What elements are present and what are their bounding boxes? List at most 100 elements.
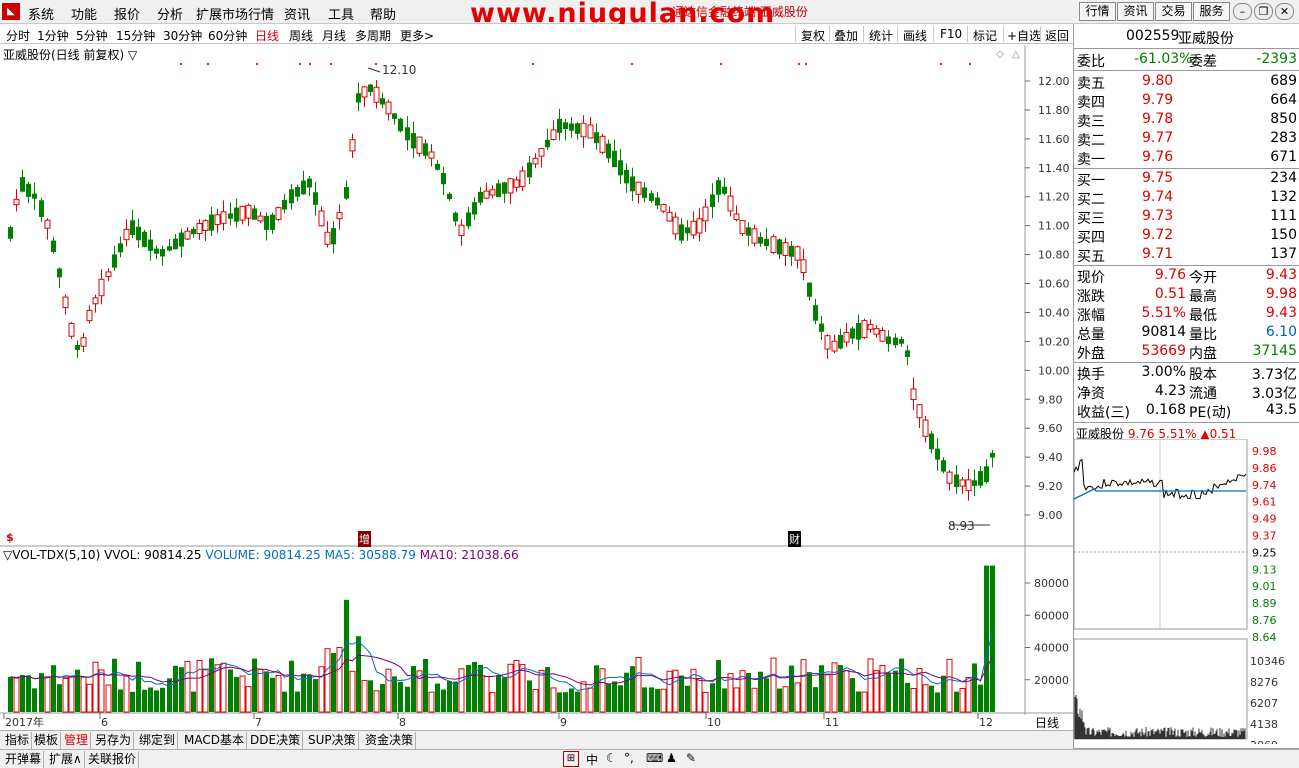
wrench-icon[interactable]: ✎ [686, 751, 696, 765]
candle-up [879, 329, 886, 342]
volume-bar [710, 683, 715, 712]
moon-icon[interactable]: ☾ [606, 751, 617, 765]
volume-bar [685, 685, 690, 712]
sell-level-4[interactable]: 卖四 9.79 664 [1074, 92, 1299, 111]
price-tick: 9.80 [1038, 393, 1063, 406]
event-marker-dividend[interactable]: $ [6, 531, 14, 544]
candle-up [751, 228, 758, 244]
btn-service[interactable]: 服务 [1193, 2, 1230, 21]
menu-function[interactable]: 功能 [71, 4, 97, 23]
tab-indicator[interactable]: 指标 [3, 732, 33, 749]
expand-button[interactable]: 扩展∧ [47, 751, 85, 768]
tab-sup[interactable]: SUP决策 [306, 732, 359, 749]
tool-fuquan[interactable]: 复权 [801, 27, 825, 44]
volume-indicator-header[interactable]: ▽VOL-TDX(5,10) VVOL: 90814.25 VOLUME: 90… [3, 548, 519, 562]
intraday-mini-chart[interactable]: 9.98 9.86 9.74 9.61 9.49 9.37 9.25 9.13 9.01 8.89… [1074, 439, 1299, 744]
period-15min[interactable]: 15分钟 [116, 27, 155, 44]
event-marker-increase[interactable]: 增 [358, 531, 371, 547]
volume-bar [214, 664, 221, 713]
period-multi[interactable]: 多周期 [355, 27, 391, 44]
sell-level-1[interactable]: 卖一 9.76 671 [1074, 149, 1299, 168]
tab-save-as[interactable]: 另存为 [93, 732, 135, 749]
tool-draw[interactable]: 画线 [903, 27, 927, 44]
linked-quote-button[interactable]: 关联报价 [86, 751, 140, 768]
volume-bar [282, 691, 287, 712]
app-logo-icon[interactable]: ◣ [2, 3, 20, 20]
user-icon[interactable]: ♟ [666, 751, 677, 765]
close-icon[interactable]: ✕ [1275, 3, 1294, 20]
input-mode-chinese[interactable]: 中 [586, 751, 598, 768]
buy-level-4[interactable]: 买四 9.72 150 [1074, 227, 1299, 246]
kline-chart-area[interactable]: 12.00 11.80 11.60 11.40 11.20 11.00 10.80 10.60… [0, 45, 1073, 746]
btn-info[interactable]: 资讯 [1117, 2, 1154, 21]
stock-chart-title[interactable]: 亚威股份(日线 前复权) ▽ [3, 46, 137, 63]
menu-tools[interactable]: 工具 [328, 4, 354, 23]
period-60min[interactable]: 60分钟 [208, 27, 247, 44]
keyboard-icon[interactable]: ⌨ [646, 751, 663, 765]
tab-dde[interactable]: DDE决策 [248, 732, 304, 749]
sell-level-3[interactable]: 卖三 9.78 850 [1074, 111, 1299, 130]
btn-quote[interactable]: 行情 [1079, 2, 1116, 21]
btn-trade[interactable]: 交易 [1155, 2, 1192, 21]
tool-stats[interactable]: 统计 [869, 27, 893, 44]
volume-bar [385, 668, 392, 713]
volume-bar [575, 691, 580, 712]
candle-down [209, 214, 214, 231]
tool-overlay[interactable]: 叠加 [834, 27, 858, 44]
buy-level-1[interactable]: 买一 9.75 234 [1074, 170, 1299, 189]
period-30min[interactable]: 30分钟 [163, 27, 202, 44]
kline-chart-svg[interactable]: 12.00 11.80 11.60 11.40 11.20 11.00 10.80 10.60… [0, 45, 1073, 730]
minimize-icon[interactable]: – [1233, 3, 1252, 20]
period-fenshi[interactable]: 分时 [6, 27, 30, 44]
menu-help[interactable]: 帮助 [370, 4, 396, 23]
event-marker-finance[interactable]: 财 [788, 531, 801, 547]
tool-back[interactable]: 返回 [1045, 27, 1069, 44]
marker-dot [631, 63, 633, 65]
tool-mark[interactable]: 标记 [973, 27, 997, 44]
volume-bar [148, 687, 153, 712]
tool-add-favorite[interactable]: +自选 [1007, 27, 1041, 44]
price-tick: 10.40 [1038, 306, 1070, 319]
period-5min[interactable]: 5分钟 [76, 27, 108, 44]
logo-icon[interactable]: ⊞ [563, 751, 579, 767]
volume-bar [179, 667, 184, 712]
candle-down [154, 248, 159, 254]
buy-level-5[interactable]: 买五 9.71 137 [1074, 246, 1299, 265]
period-monthly[interactable]: 月线 [322, 27, 346, 44]
danmaku-toggle[interactable]: 开弹幕 [3, 751, 45, 768]
sell-level-2[interactable]: 卖二 9.77 283 [1074, 130, 1299, 149]
volume-bar [861, 691, 868, 713]
tab-bind-to[interactable]: 绑定到 [137, 732, 179, 749]
price-tick: 10.60 [1038, 278, 1070, 291]
candle-down [612, 150, 617, 168]
tool-f10[interactable]: F10 [940, 27, 962, 41]
menu-info[interactable]: 资讯 [284, 4, 310, 23]
period-1min[interactable]: 1分钟 [37, 27, 69, 44]
menu-quote[interactable]: 报价 [114, 4, 140, 23]
volume-bar [264, 671, 269, 712]
tab-fund[interactable]: 资金决策 [363, 732, 417, 749]
volume-bar [289, 660, 294, 712]
volume-bar [39, 673, 44, 712]
period-daily[interactable]: 日线 [255, 27, 279, 44]
punct-icon[interactable]: °, [624, 751, 634, 765]
candle-down [57, 268, 62, 278]
period-weekly[interactable]: 周线 [289, 27, 313, 44]
candle-up [867, 324, 874, 330]
tab-manage[interactable]: 管理 [62, 732, 92, 749]
volume-bar [813, 687, 818, 712]
volume-bar [8, 676, 13, 712]
buy-level-2[interactable]: 买二 9.74 132 [1074, 189, 1299, 208]
menu-system[interactable]: 系统 [28, 4, 54, 23]
buy-level-3[interactable]: 买三 9.73 111 [1074, 208, 1299, 227]
menu-analysis[interactable]: 分析 [157, 4, 183, 23]
sell-level-5[interactable]: 卖五 9.80 689 [1074, 73, 1299, 92]
period-more[interactable]: 更多> [400, 27, 434, 44]
tab-macd[interactable]: MACD基本 [182, 732, 247, 749]
stat2-row: 收益(三) 0.168 PE(动) 43.5 [1077, 402, 1297, 421]
tab-template[interactable]: 模板 [32, 732, 62, 749]
menu-extended-market[interactable]: 扩展市场行情 [196, 4, 274, 23]
volume-bar [130, 691, 135, 712]
restore-icon[interactable]: ❐ [1254, 3, 1273, 20]
high-arrow [367, 67, 381, 73]
